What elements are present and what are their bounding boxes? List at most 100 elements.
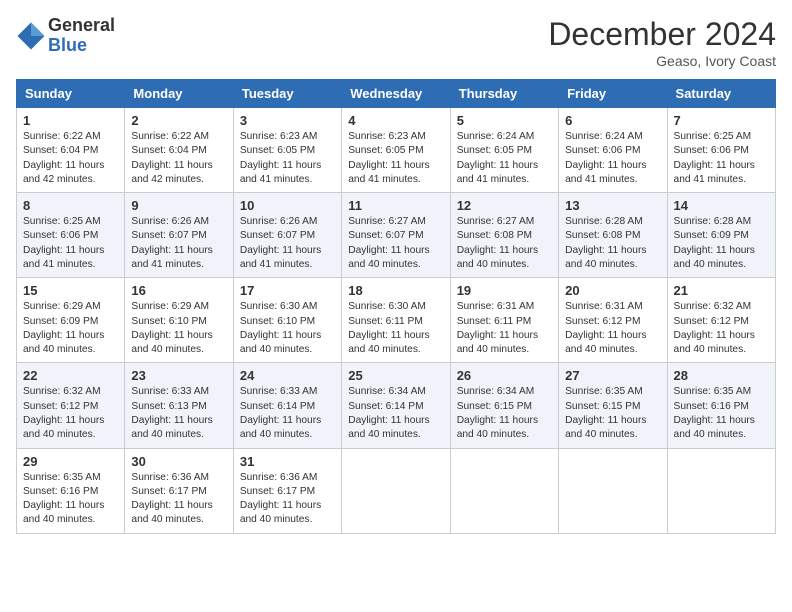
calendar-cell: 24Sunrise: 6:33 AM Sunset: 6:14 PM Dayli… bbox=[233, 363, 341, 448]
cell-details: Sunrise: 6:28 AM Sunset: 6:09 PM Dayligh… bbox=[674, 215, 769, 272]
calendar-cell: 4 Sunrise: 6:23 AM Sunset: 6:05 PM Daylig… bbox=[342, 108, 450, 193]
calendar-cell: 31 Sunrise: 6:36 AM Sunset: 6:17 PM Dayli… bbox=[233, 448, 341, 533]
title-block: December 2024 Geaso, Ivory Coast bbox=[548, 16, 776, 69]
logo-general-text: General bbox=[48, 16, 115, 36]
column-header-thursday: Thursday bbox=[450, 80, 558, 108]
cell-details: Sunrise: 6:23 AM Sunset: 6:05 PM Dayligh… bbox=[348, 130, 443, 187]
day-number: 5 bbox=[457, 113, 552, 128]
cell-details: Sunrise: 6:27 AM Sunset: 6:07 PM Dayligh… bbox=[348, 215, 443, 272]
logo: General Blue bbox=[16, 16, 115, 56]
cell-details: Sunrise: 6:35 AM Sunset: 6:16 PM Dayligh… bbox=[674, 385, 769, 442]
cell-details: Sunrise: 6:35 AM Sunset: 6:16 PM Dayligh… bbox=[23, 471, 118, 528]
cell-details: Sunrise: 6:35 AM Sunset: 6:15 PM Dayligh… bbox=[565, 385, 660, 442]
calendar-cell: 17 Sunrise: 6:30 AM Sunset: 6:10 PM Dayli… bbox=[233, 278, 341, 363]
month-title: December 2024 bbox=[548, 16, 776, 53]
cell-details: Sunrise: 6:31 AM Sunset: 6:12 PM Dayligh… bbox=[565, 300, 660, 357]
calendar-cell: 20 Sunrise: 6:31 AM Sunset: 6:12 PM Dayli… bbox=[559, 278, 667, 363]
cell-details: Sunrise: 6:31 AM Sunset: 6:11 PM Dayligh… bbox=[457, 300, 552, 357]
day-number: 7 bbox=[674, 113, 769, 128]
calendar-cell: 2 Sunrise: 6:22 AM Sunset: 6:04 PM Daylig… bbox=[125, 108, 233, 193]
day-number: 2 bbox=[131, 113, 226, 128]
calendar-cell: 27 Sunrise: 6:35 AM Sunset: 6:15 PM Dayli… bbox=[559, 363, 667, 448]
logo-blue-text: Blue bbox=[48, 36, 115, 56]
day-number: 10 bbox=[240, 198, 335, 213]
calendar-cell bbox=[559, 448, 667, 533]
cell-details: Sunrise: 6:36 AM Sunset: 6:17 PM Dayligh… bbox=[131, 471, 226, 528]
day-number: 29 bbox=[23, 454, 118, 469]
calendar-cell: 25 Sunrise: 6:34 AM Sunset: 6:14 PM Dayli… bbox=[342, 363, 450, 448]
day-number: 31 bbox=[240, 454, 335, 469]
calendar-cell: 6Sunrise: 6:24 AM Sunset: 6:06 PM Daylig… bbox=[559, 108, 667, 193]
calendar-cell: 28 Sunrise: 6:35 AM Sunset: 6:16 PM Dayli… bbox=[667, 363, 775, 448]
calendar-table: SundayMondayTuesdayWednesdayThursdayFrid… bbox=[16, 79, 776, 534]
calendar-cell bbox=[342, 448, 450, 533]
day-number: 13 bbox=[565, 198, 660, 213]
day-number: 3 bbox=[240, 113, 335, 128]
calendar-cell: 15 Sunrise: 6:29 AM Sunset: 6:09 PM Dayli… bbox=[17, 278, 125, 363]
day-number: 1 bbox=[23, 113, 118, 128]
calendar-cell: 14 Sunrise: 6:28 AM Sunset: 6:09 PM Dayli… bbox=[667, 193, 775, 278]
calendar-week-1: 1 Sunrise: 6:22 AM Sunset: 6:04 PM Daylig… bbox=[17, 108, 776, 193]
column-header-monday: Monday bbox=[125, 80, 233, 108]
cell-details: Sunrise: 6:22 AM Sunset: 6:04 PM Dayligh… bbox=[23, 130, 118, 187]
page-header: General Blue December 2024 Geaso, Ivory … bbox=[16, 16, 776, 69]
cell-details: Sunrise: 6:24 AM Sunset: 6:06 PM Dayligh… bbox=[565, 130, 660, 187]
calendar-cell bbox=[667, 448, 775, 533]
calendar-cell: 13Sunrise: 6:28 AM Sunset: 6:08 PM Dayli… bbox=[559, 193, 667, 278]
day-number: 25 bbox=[348, 368, 443, 383]
day-number: 24 bbox=[240, 368, 335, 383]
calendar-cell: 12Sunrise: 6:27 AM Sunset: 6:08 PM Dayli… bbox=[450, 193, 558, 278]
cell-details: Sunrise: 6:30 AM Sunset: 6:10 PM Dayligh… bbox=[240, 300, 335, 357]
calendar-cell: 19 Sunrise: 6:31 AM Sunset: 6:11 PM Dayli… bbox=[450, 278, 558, 363]
column-header-wednesday: Wednesday bbox=[342, 80, 450, 108]
cell-details: Sunrise: 6:33 AM Sunset: 6:13 PM Dayligh… bbox=[131, 385, 226, 442]
calendar-cell: 7Sunrise: 6:25 AM Sunset: 6:06 PM Daylig… bbox=[667, 108, 775, 193]
calendar-header-row: SundayMondayTuesdayWednesdayThursdayFrid… bbox=[17, 80, 776, 108]
day-number: 20 bbox=[565, 283, 660, 298]
day-number: 26 bbox=[457, 368, 552, 383]
day-number: 19 bbox=[457, 283, 552, 298]
calendar-cell: 18Sunrise: 6:30 AM Sunset: 6:11 PM Dayli… bbox=[342, 278, 450, 363]
cell-details: Sunrise: 6:32 AM Sunset: 6:12 PM Dayligh… bbox=[674, 300, 769, 357]
day-number: 16 bbox=[131, 283, 226, 298]
day-number: 15 bbox=[23, 283, 118, 298]
cell-details: Sunrise: 6:29 AM Sunset: 6:09 PM Dayligh… bbox=[23, 300, 118, 357]
calendar-cell: 23Sunrise: 6:33 AM Sunset: 6:13 PM Dayli… bbox=[125, 363, 233, 448]
day-number: 4 bbox=[348, 113, 443, 128]
cell-details: Sunrise: 6:23 AM Sunset: 6:05 PM Dayligh… bbox=[240, 130, 335, 187]
day-number: 8 bbox=[23, 198, 118, 213]
calendar-cell: 22 Sunrise: 6:32 AM Sunset: 6:12 PM Dayli… bbox=[17, 363, 125, 448]
calendar-cell: 8Sunrise: 6:25 AM Sunset: 6:06 PM Daylig… bbox=[17, 193, 125, 278]
day-number: 12 bbox=[457, 198, 552, 213]
column-header-friday: Friday bbox=[559, 80, 667, 108]
column-header-saturday: Saturday bbox=[667, 80, 775, 108]
calendar-cell: 26Sunrise: 6:34 AM Sunset: 6:15 PM Dayli… bbox=[450, 363, 558, 448]
day-number: 17 bbox=[240, 283, 335, 298]
calendar-cell: 30 Sunrise: 6:36 AM Sunset: 6:17 PM Dayli… bbox=[125, 448, 233, 533]
day-number: 14 bbox=[674, 198, 769, 213]
day-number: 27 bbox=[565, 368, 660, 383]
cell-details: Sunrise: 6:32 AM Sunset: 6:12 PM Dayligh… bbox=[23, 385, 118, 442]
cell-details: Sunrise: 6:36 AM Sunset: 6:17 PM Dayligh… bbox=[240, 471, 335, 528]
calendar-cell: 1 Sunrise: 6:22 AM Sunset: 6:04 PM Daylig… bbox=[17, 108, 125, 193]
day-number: 28 bbox=[674, 368, 769, 383]
calendar-cell: 10 Sunrise: 6:26 AM Sunset: 6:07 PM Dayli… bbox=[233, 193, 341, 278]
calendar-cell: 11 Sunrise: 6:27 AM Sunset: 6:07 PM Dayli… bbox=[342, 193, 450, 278]
calendar-week-5: 29 Sunrise: 6:35 AM Sunset: 6:16 PM Dayli… bbox=[17, 448, 776, 533]
cell-details: Sunrise: 6:26 AM Sunset: 6:07 PM Dayligh… bbox=[131, 215, 226, 272]
column-header-tuesday: Tuesday bbox=[233, 80, 341, 108]
calendar-cell: 3 Sunrise: 6:23 AM Sunset: 6:05 PM Daylig… bbox=[233, 108, 341, 193]
cell-details: Sunrise: 6:34 AM Sunset: 6:14 PM Dayligh… bbox=[348, 385, 443, 442]
calendar-week-2: 8Sunrise: 6:25 AM Sunset: 6:06 PM Daylig… bbox=[17, 193, 776, 278]
cell-details: Sunrise: 6:22 AM Sunset: 6:04 PM Dayligh… bbox=[131, 130, 226, 187]
day-number: 22 bbox=[23, 368, 118, 383]
cell-details: Sunrise: 6:24 AM Sunset: 6:05 PM Dayligh… bbox=[457, 130, 552, 187]
calendar-cell bbox=[450, 448, 558, 533]
location-text: Geaso, Ivory Coast bbox=[548, 53, 776, 69]
calendar-week-4: 22 Sunrise: 6:32 AM Sunset: 6:12 PM Dayli… bbox=[17, 363, 776, 448]
cell-details: Sunrise: 6:26 AM Sunset: 6:07 PM Dayligh… bbox=[240, 215, 335, 272]
day-number: 30 bbox=[131, 454, 226, 469]
calendar-cell: 5 Sunrise: 6:24 AM Sunset: 6:05 PM Daylig… bbox=[450, 108, 558, 193]
calendar-cell: 21Sunrise: 6:32 AM Sunset: 6:12 PM Dayli… bbox=[667, 278, 775, 363]
day-number: 11 bbox=[348, 198, 443, 213]
